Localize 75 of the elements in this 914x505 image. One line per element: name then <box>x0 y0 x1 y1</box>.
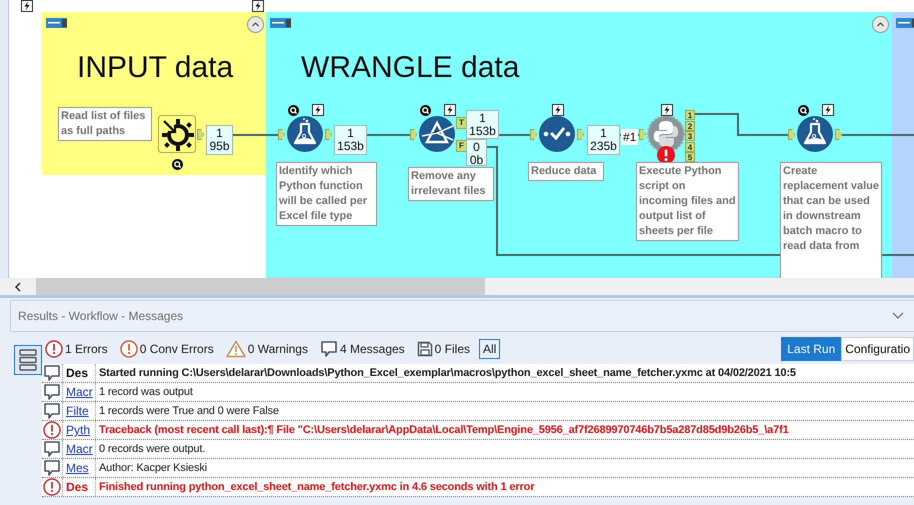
output-anchor[interactable]: 1 <box>685 110 695 120</box>
table-cell: Des <box>66 480 88 494</box>
connector-line <box>842 134 914 136</box>
tool-link[interactable]: Pyth <box>66 423 90 437</box>
container-title: INPUT data <box>77 50 234 86</box>
output-anchor[interactable]: 5 <box>685 152 695 162</box>
record-marker: #1 <box>621 129 638 145</box>
annotation-note: Remove any irrelevant files <box>408 167 494 201</box>
flask-icon[interactable] <box>286 115 324 153</box>
panel-title: Results - Workflow - Messages <box>18 309 184 323</box>
tool-link[interactable]: Mes <box>66 461 89 475</box>
prism-icon[interactable] <box>418 115 456 153</box>
filter-toggle[interactable]: 1 Errors <box>42 338 111 360</box>
connector-line <box>233 134 278 136</box>
annotation-note: Identify which Python function will be called per Excel file type <box>276 162 377 226</box>
table-cell: Finished running python_excel_sheet_name_fetcher.yxmc in 4.6 seconds with 1 error <box>99 481 534 493</box>
toggle-switch-icon[interactable] <box>46 18 67 28</box>
lightning-icon <box>822 104 834 116</box>
output-anchor[interactable]: F <box>456 140 467 152</box>
tool-link[interactable]: Macr <box>66 442 93 456</box>
lightning-icon <box>661 104 673 116</box>
error-icon <box>45 340 63 358</box>
tool-link[interactable]: Filte <box>66 404 89 418</box>
toggle-switch-icon[interactable] <box>270 18 291 28</box>
filter-toggle[interactable]: 0 Conv Errors <box>116 338 217 360</box>
table-cell: Author: Kacper Ksieski <box>99 462 207 474</box>
messages-view-button[interactable] <box>14 345 42 375</box>
record-count: 1 153b <box>466 110 499 139</box>
record-count: 1 235b <box>587 125 620 155</box>
table-cell: Des <box>66 366 88 380</box>
scroll-left-icon[interactable] <box>14 282 22 292</box>
collapse-icon[interactable] <box>872 16 889 33</box>
lightning-icon <box>552 104 564 116</box>
annotation-note: Execute Python script on incoming files and output list of sheets per file <box>636 162 739 241</box>
speech-bubble-icon <box>320 340 338 358</box>
lightning-icon <box>444 104 456 116</box>
flask-icon[interactable] <box>796 115 834 153</box>
all-filter-button[interactable]: All <box>479 339 500 359</box>
toggle-switch-icon[interactable] <box>896 18 914 28</box>
connector-line <box>499 134 530 136</box>
magnifier-icon <box>172 159 183 170</box>
table-cell: 0 records were output. <box>99 443 206 455</box>
chevron-down-icon[interactable] <box>892 312 904 320</box>
connector-line <box>367 134 410 136</box>
table-cell: 1 records were True and 0 were False <box>99 405 279 417</box>
tool-link[interactable]: Macr <box>66 385 93 399</box>
output-anchor[interactable]: 2 <box>685 120 695 130</box>
filter-toggle[interactable]: 4 Messages <box>316 338 408 360</box>
magnifier-icon <box>288 105 299 116</box>
magnifier-icon <box>798 105 809 116</box>
table-cell: Traceback (most recent call last):¶ File "C:\Users\delarar\AppData\Local\Temp\Engine_5956_af7f2689970746b7b5a287d85d9b26b5_\a7f1 <box>99 424 789 436</box>
annotation-note: Read list of files as full paths <box>58 107 152 141</box>
warning-icon <box>226 340 246 358</box>
record-count: 1 153b <box>334 125 367 155</box>
output-anchor[interactable]: T <box>456 117 467 129</box>
scrollbar-thumb[interactable] <box>36 278 485 295</box>
error-icon <box>120 340 138 358</box>
record-count: 0 0b <box>466 139 487 166</box>
table-cell: Started running C:\Users\delarar\Downloads\Python_Excel_exemplar\macros\python_excel_sheet_name_fetcher.yxmc at 04/02/2021 10:5 <box>99 367 796 379</box>
table-cell: 1 record was output <box>99 386 193 398</box>
record-count: 1 95b <box>206 125 233 155</box>
container-title: WRANGLE data <box>301 50 520 86</box>
magnifier-icon <box>420 105 431 116</box>
list-icon <box>19 348 37 372</box>
output-anchor[interactable]: 4 <box>685 142 695 152</box>
annotation-note: Reduce data <box>528 162 604 181</box>
output-anchor[interactable]: 3 <box>685 131 695 141</box>
filter-toggle[interactable]: 0 Files <box>414 339 474 359</box>
collapse-icon[interactable] <box>247 16 264 33</box>
lightning-icon <box>312 104 324 116</box>
tab[interactable]: Configuratio <box>841 337 914 361</box>
check-dots-icon[interactable] <box>538 115 576 153</box>
annotation-note: Create replacement value that can be used in downstream batch macro to read data from <box>780 162 882 278</box>
filter-toggle[interactable]: 0 Warnings <box>222 338 311 360</box>
tab[interactable]: Last Run <box>781 337 842 361</box>
